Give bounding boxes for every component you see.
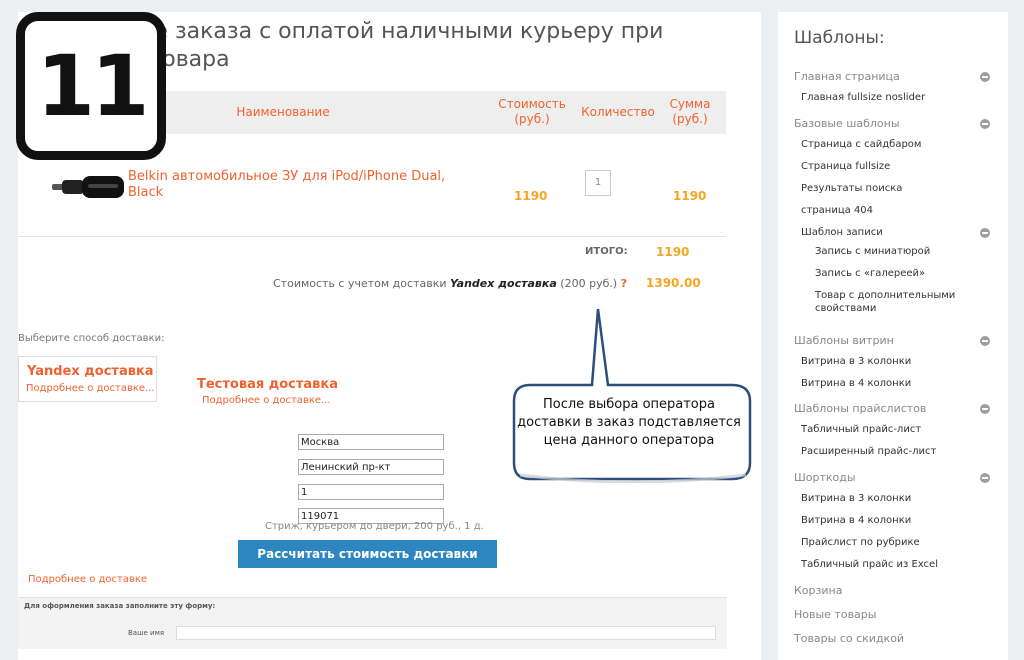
sidebar-section-showcase[interactable]: Шаблоны витрин (794, 334, 894, 347)
delivery-option-yandex[interactable]: Yandex доставка Подробнее о доставке... (18, 356, 157, 402)
sidebar-section-shortcodes[interactable]: Шорткоды (794, 471, 856, 484)
sidebar-section-main[interactable]: Главная страница (794, 70, 900, 83)
sidebar-item-sc-excel[interactable]: Табличный прайс из Excel (801, 558, 938, 571)
sidebar-item-sc-rubric[interactable]: Прайслист по рубрике (801, 536, 920, 549)
sidebar-section-pricelist[interactable]: Шаблоны прайслистов (794, 402, 926, 415)
sidebar-item-search-results[interactable]: Результаты поиска (801, 182, 902, 195)
name-field-label: Ваше имя (128, 629, 165, 637)
collapse-icon[interactable] (980, 72, 990, 82)
sidebar-section-new[interactable]: Новые товары (794, 608, 876, 621)
delivery-more-link[interactable]: Подробнее о доставке (28, 574, 147, 585)
sidebar-item-table-price[interactable]: Табличный прайс-лист (801, 423, 921, 436)
collapse-icon[interactable] (980, 228, 990, 238)
sidebar: Шаблоны: Главная страница Главная fullsi… (778, 12, 1008, 660)
delivery-option-more-link[interactable]: Подробнее о доставке... (26, 383, 155, 394)
callout-text: После выбора оператора доставки в заказ … (517, 397, 741, 448)
order-form-panel: Для оформления заказа заполните эту форм… (18, 597, 727, 649)
sidebar-item-ext-price[interactable]: Расширенный прайс-лист (801, 445, 936, 458)
delivery-cost-line: Стоимость с учетом доставки Yandex доста… (273, 277, 627, 290)
sidebar-title: Шаблоны: (794, 28, 885, 48)
header-name: Наименование (236, 105, 330, 119)
product-price: 1190 (514, 189, 548, 203)
total-value: 1190 (656, 245, 690, 259)
city-field[interactable] (298, 434, 444, 450)
collapse-icon[interactable] (980, 404, 990, 414)
total-label: ИТОГО: (585, 246, 628, 257)
choose-delivery-label: Выберите способ доставки: (18, 333, 165, 344)
sidebar-item-showcase3[interactable]: Витрина в 3 колонки (801, 355, 911, 368)
callout-bubble (512, 308, 752, 483)
delivery-cost-label: Стоимость с учетом доставки (273, 277, 447, 290)
sidebar-section-base[interactable]: Базовые шаблоны (794, 117, 900, 130)
product-name-link[interactable]: Belkin автомобильное ЗУ для iPod/iPhone … (128, 169, 458, 201)
collapse-icon[interactable] (980, 119, 990, 129)
total-with-delivery: 1390.00 (646, 276, 701, 290)
name-field[interactable] (176, 626, 716, 640)
sidebar-item-post-template[interactable]: Шаблон записи (801, 226, 883, 239)
calculate-delivery-button[interactable]: Рассчитать стоимость доставки (238, 540, 497, 568)
calculation-result: Стриж, курьером до двери, 200 руб., 1 д. (265, 521, 484, 532)
delivery-operator: Yandex доставка (450, 277, 557, 290)
sidebar-item-post-thumb[interactable]: Запись с миниатюрой (815, 245, 930, 258)
sidebar-item-product-extra[interactable]: Товар с дополнительными свойствами (815, 289, 965, 315)
header-qty: Количество (581, 105, 655, 119)
sidebar-item-sidebar-page[interactable]: Страница с сайдбаром (801, 138, 921, 151)
order-form-header: Для оформления заказа заполните эту форм… (24, 602, 216, 610)
collapse-icon[interactable] (980, 336, 990, 346)
step-number-badge: 11 (16, 12, 166, 160)
delivery-help-link[interactable]: ? (621, 277, 627, 290)
header-sum: Сумма (руб.) (669, 97, 711, 126)
delivery-option-more-link[interactable]: Подробнее о доставке... (202, 395, 331, 406)
street-field[interactable] (298, 459, 444, 475)
sidebar-section-cart[interactable]: Корзина (794, 584, 842, 597)
house-field[interactable] (298, 484, 444, 500)
sidebar-item-404[interactable]: страница 404 (801, 204, 873, 217)
sidebar-item-fullsize-page[interactable]: Страница fullsize (801, 160, 890, 173)
quantity-input[interactable]: 1 (585, 170, 611, 196)
product-image-charger (52, 176, 124, 198)
sidebar-item-main-fullsize[interactable]: Главная fullsize noslider (801, 91, 925, 104)
delivery-operator-price: (200 руб.) (560, 277, 618, 290)
product-sum: 1190 (673, 189, 707, 203)
header-price: Стоимость (руб.) (498, 97, 566, 126)
delivery-option-test[interactable]: Тестовая доставка (197, 377, 338, 392)
delivery-option-name: Yandex доставка (27, 364, 154, 379)
sidebar-item-sc-showcase3[interactable]: Витрина в 3 колонки (801, 492, 911, 505)
sidebar-item-post-gallery[interactable]: Запись с «галереей» (815, 267, 925, 280)
sidebar-item-showcase4[interactable]: Витрина в 4 колонки (801, 377, 911, 390)
collapse-icon[interactable] (980, 473, 990, 483)
sidebar-section-discount[interactable]: Товары со скидкой (794, 632, 904, 645)
sidebar-item-sc-showcase4[interactable]: Витрина в 4 колонки (801, 514, 911, 527)
